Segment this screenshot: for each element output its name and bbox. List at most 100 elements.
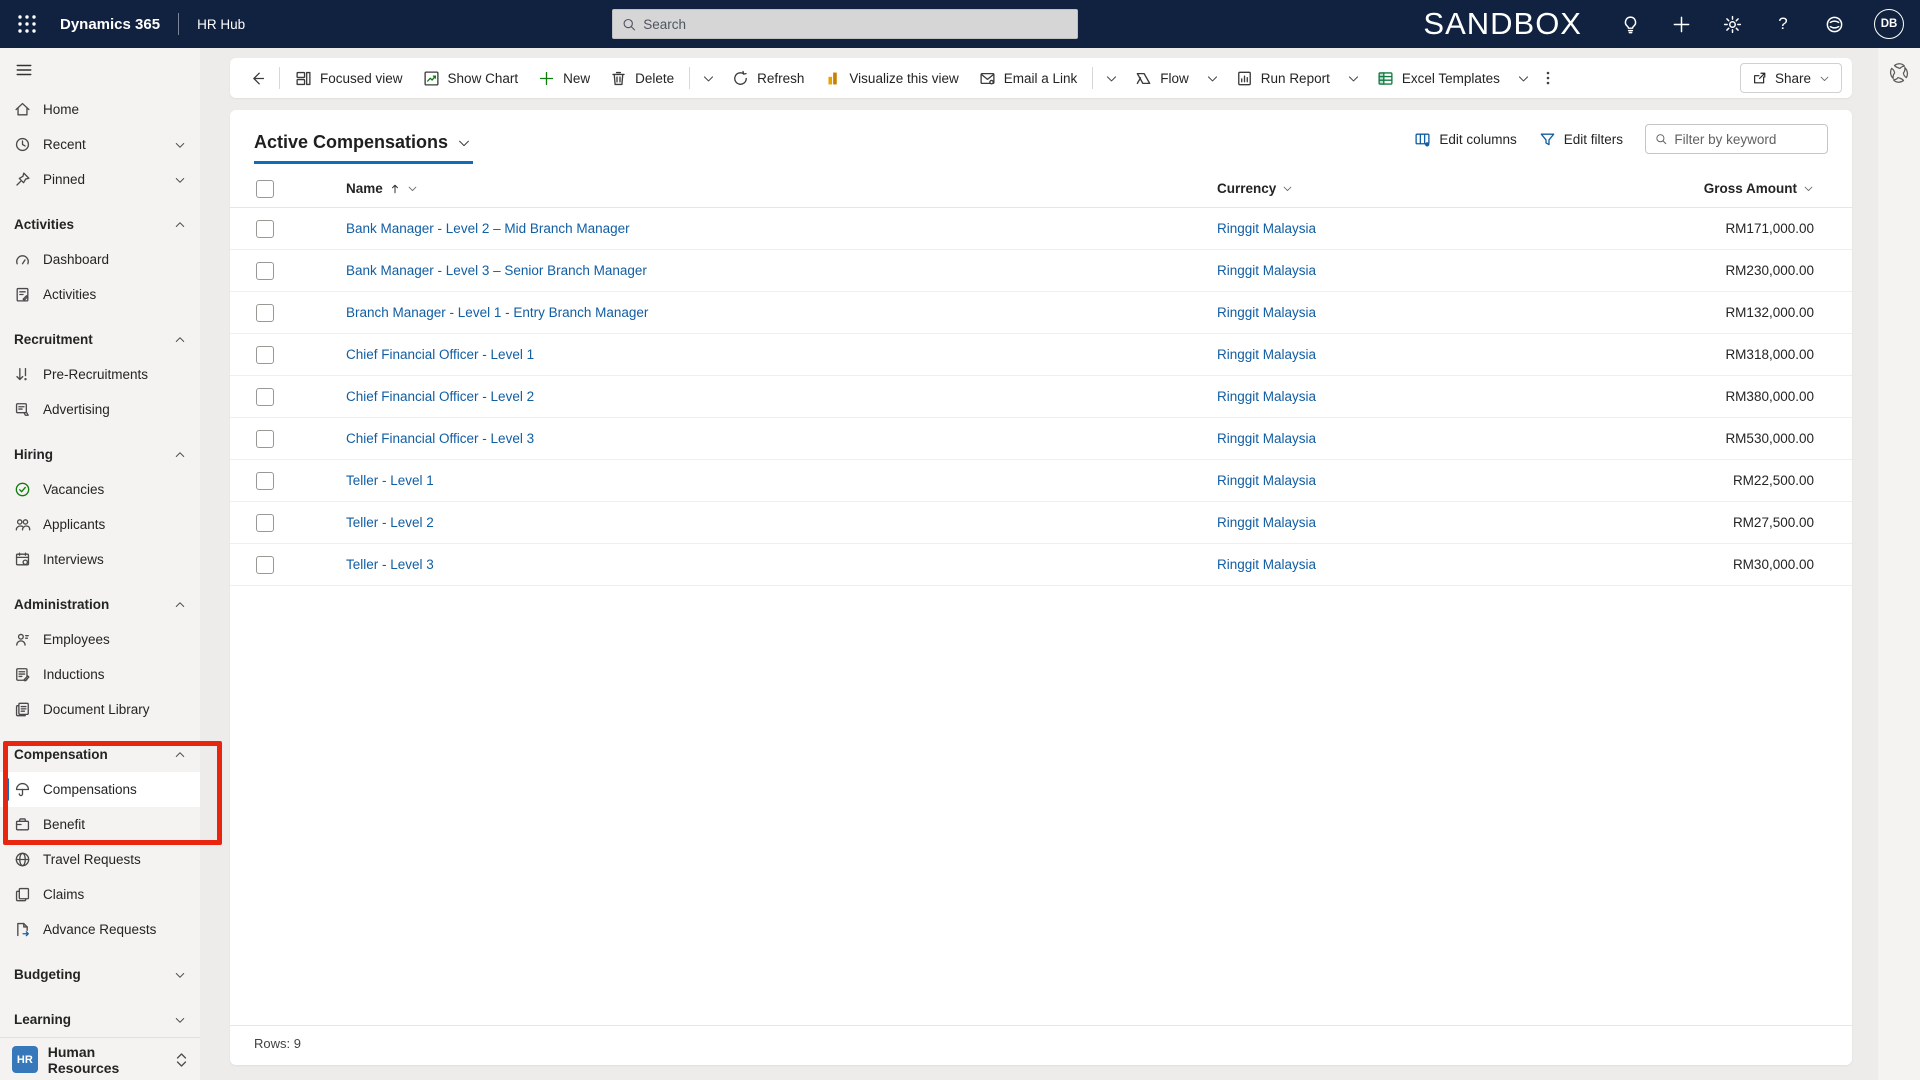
sidebar-group-hiring[interactable]: Hiring — [0, 437, 200, 472]
record-link[interactable]: Bank Manager - Level 3 – Senior Branch M… — [346, 263, 647, 278]
row-checkbox[interactable] — [256, 388, 274, 406]
sidebar-group-administration[interactable]: Administration — [0, 587, 200, 622]
record-link[interactable]: Bank Manager - Level 2 – Mid Branch Mana… — [346, 221, 630, 236]
overflow-chevron-icon[interactable] — [695, 72, 722, 85]
hamburger-menu-icon[interactable] — [0, 48, 200, 92]
excel-templates-button[interactable]: Excel Templates — [1367, 63, 1510, 93]
currency-link[interactable]: Ringgit Malaysia — [1217, 347, 1316, 362]
row-checkbox[interactable] — [256, 556, 274, 574]
sidebar-item-advance-requests[interactable]: Advance Requests — [0, 912, 200, 947]
row-checkbox[interactable] — [256, 430, 274, 448]
record-link[interactable]: Chief Financial Officer - Level 3 — [346, 431, 534, 446]
sidebar-item-pinned[interactable]: Pinned — [0, 162, 200, 197]
megaphone-document-icon — [14, 401, 31, 418]
currency-link[interactable]: Ringgit Malaysia — [1217, 557, 1316, 572]
brand-title[interactable]: Dynamics 365 — [60, 16, 160, 33]
global-search-box[interactable] — [612, 9, 1078, 39]
email-link-button[interactable]: Email a Link — [969, 63, 1088, 93]
run-report-chevron-icon[interactable] — [1340, 72, 1367, 85]
sidebar-group-recruitment[interactable]: Recruitment — [0, 322, 200, 357]
excel-chevron-icon[interactable] — [1510, 72, 1537, 85]
sidebar-group-learning[interactable]: Learning — [0, 1002, 200, 1037]
delete-button[interactable]: Delete — [600, 63, 684, 93]
gross-amount-value: RM171,000.00 — [1530, 221, 1814, 236]
sidebar-item-activities[interactable]: Activities — [0, 277, 200, 312]
currency-link[interactable]: Ringgit Malaysia — [1217, 263, 1316, 278]
sidebar-item-document-library[interactable]: Document Library — [0, 692, 200, 727]
sidebar-group-budgeting[interactable]: Budgeting — [0, 957, 200, 992]
edit-filters-button[interactable]: Edit filters — [1539, 131, 1623, 148]
row-checkbox[interactable] — [256, 262, 274, 280]
record-link[interactable]: Teller - Level 2 — [346, 515, 434, 530]
row-checkbox[interactable] — [256, 346, 274, 364]
sidebar-item-applicants[interactable]: Applicants — [0, 507, 200, 542]
view-selector[interactable]: Active Compensations — [254, 132, 473, 164]
share-chevron-icon — [1819, 73, 1830, 84]
record-link[interactable]: Chief Financial Officer - Level 2 — [346, 389, 534, 404]
copilot-icon[interactable] — [1887, 61, 1911, 85]
sidebar-item-advertising[interactable]: Advertising — [0, 392, 200, 427]
sidebar-item-claims[interactable]: Claims — [0, 877, 200, 912]
edit-columns-button[interactable]: Edit columns — [1414, 131, 1516, 148]
column-header-name[interactable]: Name — [300, 181, 1217, 196]
record-link[interactable]: Teller - Level 3 — [346, 557, 434, 572]
sidebar-group-compensation[interactable]: Compensation — [0, 737, 200, 772]
more-commands-button[interactable] — [1537, 63, 1559, 93]
sidebar-item-vacancies[interactable]: Vacancies — [0, 472, 200, 507]
back-button[interactable] — [240, 63, 274, 93]
row-checkbox[interactable] — [256, 304, 274, 322]
currency-link[interactable]: Ringgit Malaysia — [1217, 473, 1316, 488]
sidebar-item-pre-recruitments[interactable]: Pre-Recruitments — [0, 357, 200, 392]
sidebar-item-dashboard[interactable]: Dashboard — [0, 242, 200, 277]
currency-link[interactable]: Ringgit Malaysia — [1217, 305, 1316, 320]
top-navigation-bar: Dynamics 365 HR Hub SANDBOX ? DB — [0, 0, 1920, 48]
sidebar-item-compensations[interactable]: Compensations — [0, 772, 200, 807]
gross-amount-value: RM22,500.00 — [1530, 473, 1814, 488]
record-link[interactable]: Teller - Level 1 — [346, 473, 434, 488]
filter-keyword-box[interactable] — [1645, 124, 1828, 154]
sidebar-item-benefit[interactable]: Benefit — [0, 807, 200, 842]
record-link[interactable]: Chief Financial Officer - Level 1 — [346, 347, 534, 362]
column-header-currency[interactable]: Currency — [1217, 181, 1530, 196]
row-checkbox[interactable] — [256, 472, 274, 490]
focused-view-button[interactable]: Focused view — [285, 63, 413, 93]
currency-link[interactable]: Ringgit Malaysia — [1217, 431, 1316, 446]
waffle-icon[interactable] — [16, 13, 38, 35]
currency-link[interactable]: Ringgit Malaysia — [1217, 221, 1316, 236]
app-name[interactable]: HR Hub — [197, 17, 245, 32]
row-checkbox[interactable] — [256, 220, 274, 238]
currency-link[interactable]: Ringgit Malaysia — [1217, 515, 1316, 530]
run-report-button[interactable]: Run Report — [1226, 63, 1340, 93]
new-button[interactable]: New — [528, 63, 600, 93]
refresh-button[interactable]: Refresh — [722, 63, 814, 93]
filter-keyword-input[interactable] — [1674, 132, 1818, 147]
compliance-icon[interactable] — [1823, 13, 1845, 35]
sidebar-item-interviews[interactable]: Interviews — [0, 542, 200, 577]
user-avatar[interactable]: DB — [1874, 9, 1904, 39]
global-search-input[interactable] — [643, 17, 1068, 32]
sidebar-group-label: Hiring — [14, 447, 53, 462]
row-checkbox[interactable] — [256, 514, 274, 532]
column-header-gross-amount[interactable]: Gross Amount — [1530, 181, 1814, 196]
sidebar-item-employees[interactable]: Employees — [0, 622, 200, 657]
share-button[interactable]: Share — [1740, 63, 1842, 93]
sidebar-group-activities[interactable]: Activities — [0, 207, 200, 242]
table-row: Bank Manager - Level 2 – Mid Branch Mana… — [230, 208, 1852, 250]
sidebar-item-home[interactable]: Home — [0, 92, 200, 127]
select-all-checkbox[interactable] — [256, 180, 274, 198]
sidebar-item-travel-requests[interactable]: Travel Requests — [0, 842, 200, 877]
flow-chevron-icon[interactable] — [1199, 72, 1226, 85]
area-switcher[interactable]: HR Human Resources — [0, 1037, 200, 1080]
sidebar-item-inductions[interactable]: Inductions — [0, 657, 200, 692]
add-icon[interactable] — [1670, 13, 1692, 35]
lightbulb-icon[interactable] — [1619, 13, 1641, 35]
visualize-view-button[interactable]: Visualize this view — [814, 63, 968, 93]
flow-button[interactable]: Flow — [1125, 63, 1199, 93]
overflow-chevron-icon[interactable] — [1098, 72, 1125, 85]
help-icon[interactable]: ? — [1772, 13, 1794, 35]
sidebar-item-recent[interactable]: Recent — [0, 127, 200, 162]
record-link[interactable]: Branch Manager - Level 1 - Entry Branch … — [346, 305, 648, 320]
show-chart-button[interactable]: Show Chart — [413, 63, 529, 93]
currency-link[interactable]: Ringgit Malaysia — [1217, 389, 1316, 404]
gear-icon[interactable] — [1721, 13, 1743, 35]
